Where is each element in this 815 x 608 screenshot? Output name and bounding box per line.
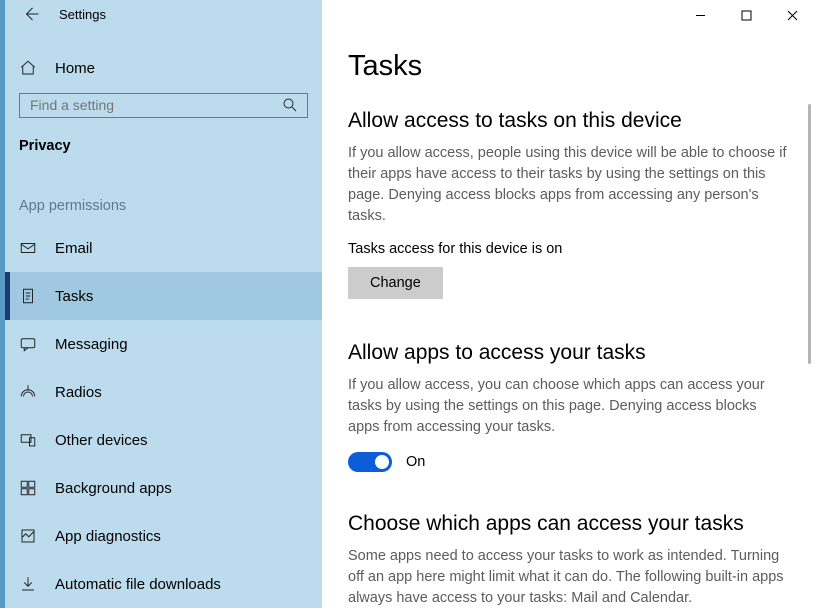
section2-desc: If you allow access, you can choose whic… bbox=[348, 375, 789, 438]
sidebar-nav: Email Tasks Messaging Radios Other devic… bbox=[5, 224, 322, 608]
sidebar-item-label: Radios bbox=[55, 384, 102, 401]
minimize-button[interactable] bbox=[677, 0, 723, 30]
section1-heading: Allow access to tasks on this device bbox=[348, 109, 789, 133]
content-pane: Tasks Allow access to tasks on this devi… bbox=[322, 0, 815, 608]
sidebar-subhead: App permissions bbox=[5, 154, 322, 220]
settings-sidebar: Settings Home Privacy App permissions Em… bbox=[0, 0, 322, 608]
diagnostics-icon bbox=[19, 527, 37, 545]
sidebar-item-email[interactable]: Email bbox=[5, 224, 322, 272]
tasks-icon bbox=[19, 287, 37, 305]
section2-heading: Allow apps to access your tasks bbox=[348, 341, 789, 365]
background-apps-icon bbox=[19, 479, 37, 497]
sidebar-item-background-apps[interactable]: Background apps bbox=[5, 464, 322, 512]
close-button[interactable] bbox=[769, 0, 815, 30]
sidebar-item-label: Email bbox=[55, 240, 93, 257]
window-controls bbox=[677, 0, 815, 30]
sidebar-item-label: Background apps bbox=[55, 480, 172, 497]
titlebar: Settings bbox=[5, 0, 322, 28]
download-icon bbox=[19, 575, 37, 593]
home-icon bbox=[19, 59, 37, 77]
maximize-button[interactable] bbox=[723, 0, 769, 30]
sidebar-item-label: Messaging bbox=[55, 336, 128, 353]
home-label: Home bbox=[55, 60, 95, 77]
sidebar-item-label: Automatic file downloads bbox=[55, 576, 221, 593]
sidebar-item-app-diagnostics[interactable]: App diagnostics bbox=[5, 512, 322, 560]
email-icon bbox=[19, 239, 37, 257]
radios-icon bbox=[19, 383, 37, 401]
search-box[interactable] bbox=[19, 93, 308, 118]
sidebar-item-label: Other devices bbox=[55, 432, 148, 449]
sidebar-item-radios[interactable]: Radios bbox=[5, 368, 322, 416]
search-input[interactable] bbox=[30, 97, 281, 113]
devices-icon bbox=[19, 431, 37, 449]
back-arrow-icon bbox=[22, 5, 40, 23]
change-button[interactable]: Change bbox=[348, 267, 443, 299]
sidebar-home[interactable]: Home bbox=[5, 54, 322, 83]
sidebar-item-tasks[interactable]: Tasks bbox=[5, 272, 322, 320]
back-button[interactable] bbox=[17, 0, 45, 28]
window-title: Settings bbox=[59, 7, 106, 22]
sidebar-item-other-devices[interactable]: Other devices bbox=[5, 416, 322, 464]
sidebar-item-messaging[interactable]: Messaging bbox=[5, 320, 322, 368]
device-access-status: Tasks access for this device is on bbox=[348, 241, 789, 257]
search-icon bbox=[281, 96, 299, 114]
section3-desc: Some apps need to access your tasks to w… bbox=[348, 546, 789, 608]
sidebar-item-label: Tasks bbox=[55, 288, 93, 305]
content-scrollbar[interactable] bbox=[808, 104, 811, 364]
sidebar-item-auto-downloads[interactable]: Automatic file downloads bbox=[5, 560, 322, 608]
sidebar-item-label: App diagnostics bbox=[55, 528, 161, 545]
section3-heading: Choose which apps can access your tasks bbox=[348, 512, 789, 536]
sidebar-category: Privacy bbox=[5, 118, 322, 154]
page-title: Tasks bbox=[348, 50, 789, 83]
apps-access-toggle[interactable] bbox=[348, 452, 392, 472]
messaging-icon bbox=[19, 335, 37, 353]
apps-access-toggle-label: On bbox=[406, 454, 425, 470]
section1-desc: If you allow access, people using this d… bbox=[348, 143, 789, 227]
